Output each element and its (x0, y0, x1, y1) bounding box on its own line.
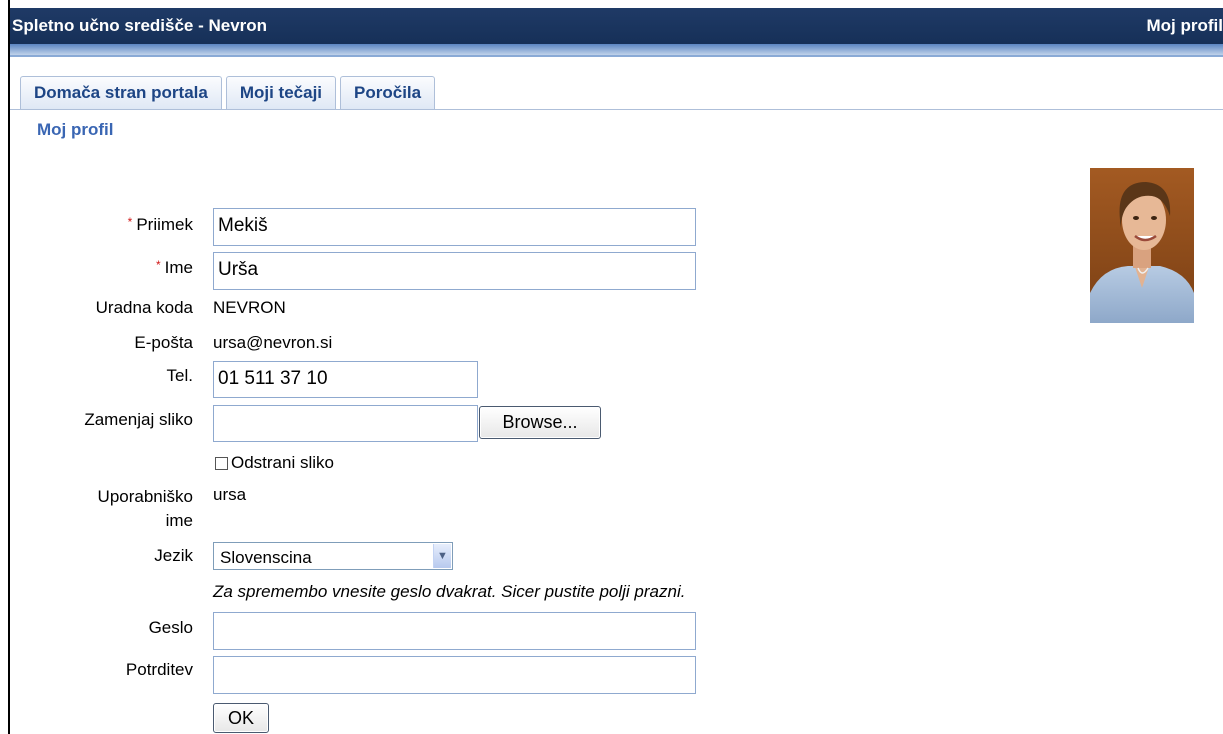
tab-home[interactable]: Domača stran portala (20, 76, 222, 109)
password-label: Geslo (148, 618, 193, 637)
profile-photo (1090, 168, 1194, 323)
header-bar: Spletno učno središče - Nevron Moj profi… (10, 8, 1223, 44)
remove-picture-label: Odstrani sliko (231, 453, 334, 472)
phone-field[interactable]: 01 511 37 10 (213, 361, 478, 398)
chevron-down-icon[interactable]: ▼ (433, 544, 451, 568)
required-mark: * (127, 215, 133, 229)
tab-my-courses[interactable]: Moji tečaji (225, 76, 337, 109)
confirm-password-field[interactable] (213, 656, 696, 694)
language-select[interactable]: Slovenscina ▼ (213, 542, 453, 570)
official-code-value: NEVRON (213, 298, 286, 317)
confirm-password-label: Potrditev (125, 660, 193, 679)
email-value: ursa@nevron.si (213, 333, 333, 352)
first-name-label: * Ime (155, 258, 193, 277)
header-page-label[interactable]: Moj profil (1147, 16, 1223, 36)
surname-label: * Priimek (127, 215, 193, 234)
required-mark: * (155, 258, 161, 272)
remove-picture-checkbox[interactable] (215, 456, 228, 470)
language-selected: Slovenscina (220, 548, 312, 567)
password-hint: Za spremembo vnesite geslo dvakrat. Sice… (213, 582, 686, 601)
replace-picture-label: Zamenjaj sliko (84, 410, 193, 429)
section-title: Moj profil (37, 120, 114, 139)
picture-file-input[interactable] (213, 405, 478, 442)
official-code-label: Uradna koda (95, 298, 193, 317)
remove-picture-option: Odstrani sliko (215, 453, 334, 473)
tab-bar: Domača stran portala Moji tečaji Poročil… (10, 57, 1223, 110)
language-label: Jezik (154, 546, 193, 565)
tab-divider (10, 109, 1223, 110)
email-label: E-pošta (134, 333, 193, 352)
first-name-field[interactable]: Urša (213, 252, 696, 290)
browse-button[interactable]: Browse... (479, 406, 601, 439)
phone-label: Tel. (166, 366, 193, 385)
username-value: ursa (213, 485, 247, 504)
app-title: Spletno učno središče - Nevron (12, 16, 268, 35)
password-field[interactable] (213, 612, 696, 650)
ok-button[interactable]: OK (213, 703, 269, 733)
tab-reports[interactable]: Poročila (340, 76, 436, 109)
surname-field[interactable]: Mekiš (213, 208, 696, 246)
username-label: Uporabniško ime (97, 487, 193, 530)
page-frame: Spletno učno središče - Nevron Moj profi… (8, 0, 1223, 734)
